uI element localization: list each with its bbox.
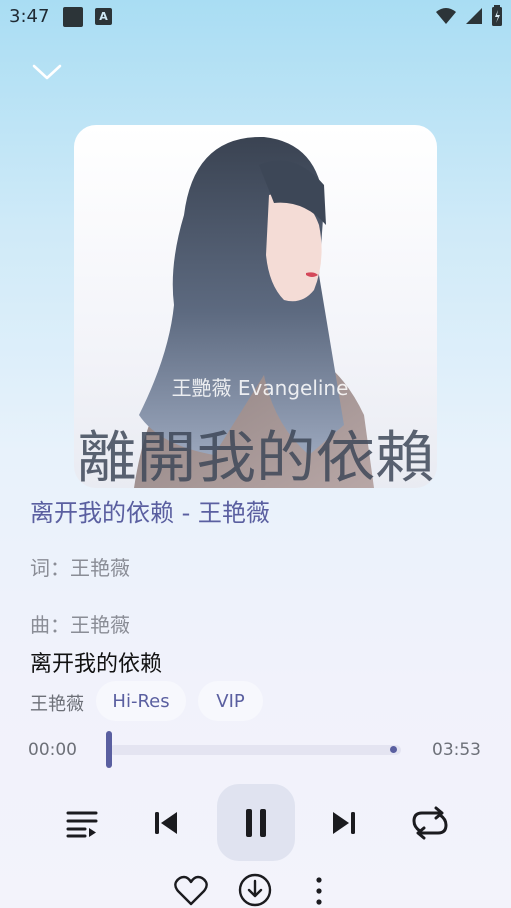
- cellular-signal-icon: [466, 8, 482, 24]
- vip-tag[interactable]: VIP: [198, 681, 263, 721]
- hi-res-tag[interactable]: Hi-Res: [96, 681, 186, 721]
- seek-end-dot: [390, 746, 397, 753]
- artist-name[interactable]: 王艳薇: [30, 690, 84, 716]
- current-lyric[interactable]: 离开我的依赖: [30, 646, 162, 678]
- more-vertical-icon: [316, 877, 322, 905]
- repeat-icon: [412, 806, 448, 840]
- cover-artist-text: 王艷薇 Evangeline: [172, 376, 349, 400]
- skip-next-icon: [333, 812, 355, 834]
- lyric-line[interactable]: 词：王艳薇: [30, 552, 130, 581]
- total-time: 03:53: [432, 740, 481, 760]
- more-options-button[interactable]: [308, 874, 330, 908]
- playlist-icon: [66, 811, 98, 838]
- heart-icon: [174, 875, 208, 906]
- status-time: 3:47: [9, 6, 50, 27]
- lyric-line[interactable]: 曲：王艳薇: [30, 609, 130, 638]
- pause-icon: [246, 808, 266, 837]
- download-icon: [238, 873, 272, 907]
- status-icons: [435, 5, 503, 27]
- next-button[interactable]: [324, 803, 364, 843]
- wifi-icon: [436, 8, 456, 24]
- seek-bar[interactable]: [109, 745, 401, 755]
- song-title: 离开我的依赖 - 王艳薇: [30, 499, 270, 527]
- skip-previous-icon: [155, 812, 177, 834]
- battery-icon: [492, 5, 502, 26]
- play-pause-button[interactable]: [217, 784, 295, 861]
- album-cover: 王艷薇 Evangeline 離開我的依賴: [74, 125, 437, 488]
- chevron-down-icon: [32, 64, 62, 80]
- collapse-button[interactable]: [30, 58, 64, 86]
- notification-a-icon: A: [95, 8, 112, 25]
- notification-app-icon: [63, 7, 83, 27]
- seek-thumb[interactable]: [106, 731, 112, 768]
- like-button[interactable]: [172, 874, 210, 908]
- download-button[interactable]: [236, 872, 274, 908]
- playlist-button[interactable]: [62, 803, 102, 843]
- repeat-button[interactable]: [408, 803, 452, 843]
- current-time: 00:00: [28, 740, 77, 760]
- cover-title-text: 離開我的依賴: [77, 426, 435, 488]
- previous-button[interactable]: [146, 803, 186, 843]
